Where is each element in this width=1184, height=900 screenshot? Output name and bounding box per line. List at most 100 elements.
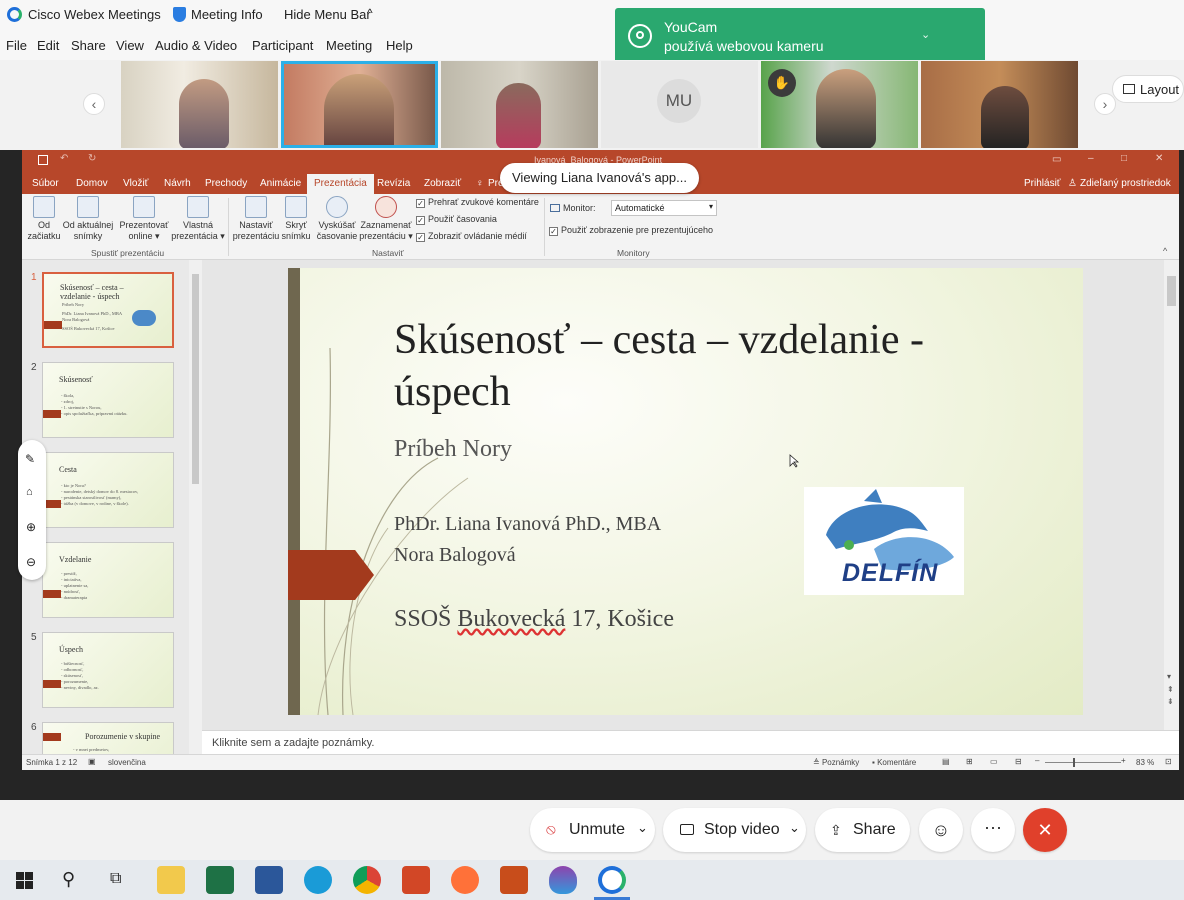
menu-file[interactable]: File <box>6 38 27 53</box>
save-icon[interactable] <box>38 155 48 165</box>
zoom-in-icon[interactable]: + <box>1121 756 1126 765</box>
video-tile-6[interactable] <box>921 61 1078 148</box>
webcam-notification[interactable]: YouCam používá webovou kameru ⌄ <box>615 8 985 64</box>
rehearse-timings-button[interactable]: Vyskúšať časovanie <box>316 196 358 242</box>
leave-meeting-button[interactable]: ✕ <box>1023 808 1067 852</box>
close-icon[interactable]: ✕ <box>1155 153 1163 164</box>
video-tile-1[interactable] <box>121 61 278 148</box>
from-beginning-button[interactable]: Od začiatku <box>26 196 62 242</box>
task-view-icon[interactable]: ⧉ <box>110 870 121 888</box>
redo-icon[interactable]: ↻ <box>88 153 96 164</box>
custom-show-button[interactable]: Vlastná prezentácia ▾ <box>170 196 226 242</box>
slide-sorter-icon[interactable]: ⊞ <box>966 757 973 766</box>
lightbulb-icon[interactable]: ♀ <box>476 178 484 189</box>
meeting-info-button[interactable]: Meeting Info <box>191 7 263 22</box>
slide-thumbnail-2[interactable]: Skúsenosť - škola, - zdroj, - 1. stretnu… <box>42 362 174 438</box>
share-button[interactable]: ⇪ Share <box>815 808 910 852</box>
zoom-out-icon[interactable]: ⊖ <box>26 555 36 569</box>
viewing-share-banner[interactable]: Viewing Liana Ivanová's app... <box>500 163 699 193</box>
language-label[interactable]: slovenčina <box>108 758 146 767</box>
minimize-icon[interactable]: – <box>1088 153 1094 164</box>
reading-view-icon[interactable]: ▭ <box>990 757 998 766</box>
reactions-button[interactable]: ☺ <box>919 808 963 852</box>
video-tile-5[interactable]: ✋ <box>761 61 918 148</box>
strip-prev-button[interactable]: ‹ <box>83 93 105 115</box>
layout-button[interactable]: Layout <box>1112 75 1184 103</box>
collapse-ribbon-icon[interactable]: ^ <box>1163 246 1167 256</box>
menu-share[interactable]: Share <box>71 38 106 53</box>
video-tile-active-speaker[interactable] <box>281 61 438 148</box>
menu-participant[interactable]: Participant <box>252 38 313 53</box>
next-slide-icon[interactable]: ⇟ <box>1167 697 1174 706</box>
menu-meeting[interactable]: Meeting <box>326 38 372 53</box>
firefox-icon[interactable] <box>451 866 479 894</box>
maximize-icon[interactable]: □ <box>1121 153 1127 164</box>
hide-slide-button[interactable]: Skryť snímku <box>280 196 312 242</box>
tab-animacie[interactable]: Animácie <box>260 178 301 189</box>
speaker-app-icon[interactable] <box>500 866 528 894</box>
comments-toggle[interactable]: ▪ Komentáre <box>872 758 916 767</box>
current-slide[interactable]: Skúsenosť – cesta – vzdelanie - úspech P… <box>288 268 1083 715</box>
undo-icon[interactable]: ↶ <box>60 153 68 164</box>
tab-navrh[interactable]: Návrh <box>164 178 191 189</box>
slide-scroll-thumb[interactable] <box>1167 276 1176 306</box>
chevron-down-icon[interactable]: ⌄ <box>921 28 930 41</box>
present-online-button[interactable]: Prezentovať online ▾ <box>117 196 171 242</box>
normal-view-icon[interactable]: ▤ <box>942 757 950 766</box>
notes-pane[interactable]: Kliknite sem a zadajte poznámky. <box>202 730 1179 754</box>
menu-edit[interactable]: Edit <box>37 38 59 53</box>
use-timings-checkbox[interactable]: ✓ Použiť časovania <box>416 214 497 225</box>
remote-control-icon[interactable]: ⌂ <box>26 486 33 498</box>
more-options-button[interactable]: ··· <box>971 808 1015 852</box>
slide-scrollbar[interactable]: ▾ ⇞ ⇟ <box>1164 260 1179 730</box>
tab-subor[interactable]: Súbor <box>32 178 59 189</box>
slide-thumbnail-6[interactable]: Porozumenie v skupine - v mnei predmetov… <box>42 722 174 754</box>
pen-icon[interactable]: ✎ <box>25 452 35 466</box>
tab-prechody[interactable]: Prechody <box>205 178 247 189</box>
excel-icon[interactable] <box>206 866 234 894</box>
unmute-button[interactable]: ⦸ Unmute ⌄ <box>530 808 655 852</box>
video-tile-no-video[interactable]: MU <box>601 61 758 148</box>
chevron-down-icon[interactable]: ⌄ <box>789 820 800 836</box>
zoom-level[interactable]: 83 % <box>1136 758 1154 767</box>
signin-link[interactable]: Prihlásiť <box>1024 178 1061 189</box>
chevron-down-icon[interactable]: ⌄ <box>637 820 648 836</box>
fit-to-window-icon[interactable]: ⊡ <box>1165 757 1172 766</box>
powerpoint-icon[interactable] <box>402 866 430 894</box>
setup-show-button[interactable]: Nastaviť prezentáciu <box>230 196 282 242</box>
hide-menu-bar-button[interactable]: Hide Menu Bar <box>284 7 371 22</box>
slide-thumbnail-4[interactable]: Vzdelanie - prestíž, - iniciatíva, - upl… <box>42 542 174 618</box>
zoom-slider-thumb[interactable] <box>1073 758 1075 767</box>
tab-domov[interactable]: Domov <box>76 178 108 189</box>
menu-help[interactable]: Help <box>386 38 413 53</box>
shared-env-label[interactable]: Zdieľaný prostriedok <box>1080 178 1171 189</box>
tab-zobrazit[interactable]: Zobraziť <box>424 178 461 189</box>
zoom-out-icon[interactable]: – <box>1035 756 1039 765</box>
thumbs-scroll-thumb[interactable] <box>192 274 199 484</box>
edge-icon[interactable] <box>304 866 332 894</box>
chrome-icon[interactable] <box>353 866 381 894</box>
ribbon-options-icon[interactable]: ▭ <box>1052 154 1061 165</box>
search-icon[interactable]: ⚲ <box>62 869 75 890</box>
monitor-select[interactable]: Automatické ▾ <box>611 200 717 216</box>
strip-next-button[interactable]: › <box>1094 93 1116 115</box>
presenter-view-checkbox[interactable]: ✓ Použiť zobrazenie pre prezentujúceho <box>549 225 713 236</box>
chevron-up-icon[interactable]: ^ <box>367 6 373 20</box>
file-explorer-icon[interactable] <box>157 866 185 894</box>
prev-slide-icon[interactable]: ⇞ <box>1167 685 1174 694</box>
windows-start-icon[interactable] <box>16 872 33 889</box>
play-narrations-checkbox[interactable]: ✓ Prehrať zvukové komentáre <box>416 197 539 208</box>
tab-revizia[interactable]: Revízia <box>377 178 410 189</box>
zoom-in-icon[interactable]: ⊕ <box>26 520 36 534</box>
from-current-button[interactable]: Od aktuálnej snímky <box>60 196 116 242</box>
paint-app-icon[interactable] <box>549 866 577 894</box>
spellcheck-icon[interactable]: ▣ <box>88 757 96 766</box>
webex-taskbar-icon[interactable] <box>598 866 626 894</box>
notes-toggle[interactable]: ≜ Poznámky <box>813 758 859 767</box>
menu-audio-video[interactable]: Audio & Video <box>155 38 237 53</box>
slide-thumbnail-3[interactable]: Cesta - kto je Nora? - narodenie, detský… <box>42 452 174 528</box>
menu-view[interactable]: View <box>116 38 144 53</box>
video-tile-3[interactable] <box>441 61 598 148</box>
show-media-controls-checkbox[interactable]: ✓ Zobraziť ovládanie médií <box>416 231 527 242</box>
slideshow-view-icon[interactable]: ⊟ <box>1015 757 1022 766</box>
